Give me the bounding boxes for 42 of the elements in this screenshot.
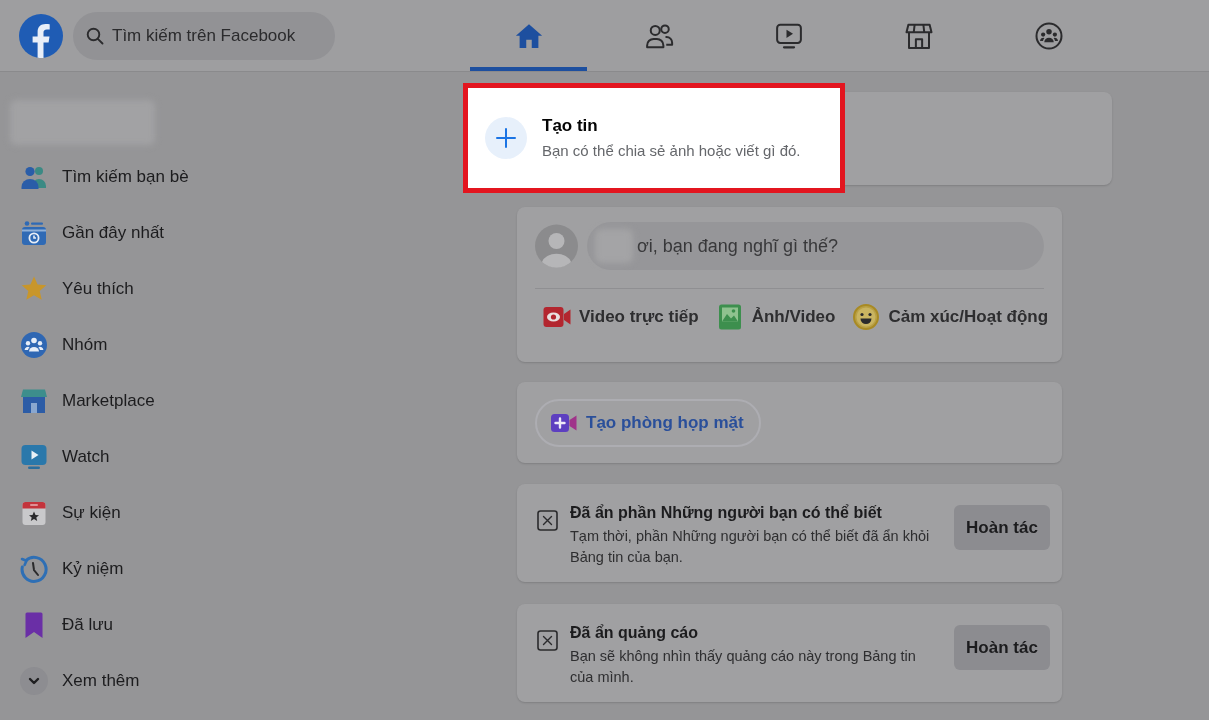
notice-text: Tạm thời, phần Những người bạn có thể biết đã ẩn khỏi Bảng tin của bạn. — [570, 527, 931, 567]
search-field[interactable]: Tìm kiếm trên Facebook — [73, 11, 335, 60]
plus-icon — [485, 117, 527, 159]
story-title: Tạo tin — [542, 115, 599, 137]
notice-title: Đã ẩn phần Những người bạn có thể biết — [570, 503, 883, 523]
sidebar-item[interactable]: Watch — [10, 429, 118, 485]
sidebar-item[interactable]: Đã lưu — [10, 597, 122, 653]
clock-icon — [20, 555, 48, 583]
group-icon — [20, 331, 48, 359]
sidebar-item[interactable]: Gần đây nhất — [10, 205, 173, 261]
video-camera-icon — [543, 304, 571, 330]
status-input-field[interactable]: ơi, bạn đang nghĩ gì thế? — [587, 222, 1044, 270]
video-camera-plus-icon — [551, 412, 577, 433]
x-square-icon — [537, 630, 558, 651]
group-icon — [1033, 20, 1064, 51]
x-square-icon — [537, 510, 558, 531]
sidebar-item[interactable]: Yêu thích — [10, 261, 142, 317]
notice-text: Bạn sẽ không nhìn thấy quảng cáo này trong Bảng tin của mình. — [570, 647, 917, 687]
create-story-card[interactable]: Tạo tin Bạn có thể chia sẻ ảnh hoặc viết gì đó. — [463, 83, 845, 193]
undo-button[interactable]: Hoàn tác — [954, 505, 1050, 550]
notice-title: Đã ẩn quảng cáo — [570, 623, 700, 643]
sidebar-item[interactable]: Xem thêm — [10, 653, 148, 709]
play-screen-icon — [20, 443, 48, 471]
calendar-clock-icon — [20, 219, 48, 247]
sidebar-item[interactable]: Tìm kiếm bạn bè — [10, 149, 197, 205]
sidebar-item[interactable]: Marketplace — [10, 373, 163, 429]
sidebar-item[interactable]: Sự kiện — [10, 485, 129, 541]
chevron-down-icon — [20, 667, 48, 695]
search-icon — [86, 26, 104, 45]
composer-action[interactable]: Ảnh/Video — [715, 304, 836, 330]
composer-action[interactable]: Cảm xúc/Hoạt động — [852, 304, 1049, 330]
composer-action[interactable]: Video trực tiếp — [543, 304, 699, 330]
sidebar-item[interactable]: Kỷ niệm — [10, 541, 132, 597]
create-room-button[interactable]: Tạo phòng họp mặt — [535, 398, 761, 447]
undo-button[interactable]: Hoàn tác — [954, 625, 1050, 670]
smiley-icon — [852, 304, 881, 330]
store-icon — [20, 387, 48, 415]
logo-icon[interactable] — [19, 13, 63, 58]
star-icon — [20, 275, 48, 303]
story-subtitle: Bạn có thể chia sẻ ảnh hoặc viết gì đó. — [542, 141, 801, 161]
sidebar-item[interactable]: Nhóm — [10, 317, 116, 373]
avatar-silhouette — [535, 222, 578, 270]
